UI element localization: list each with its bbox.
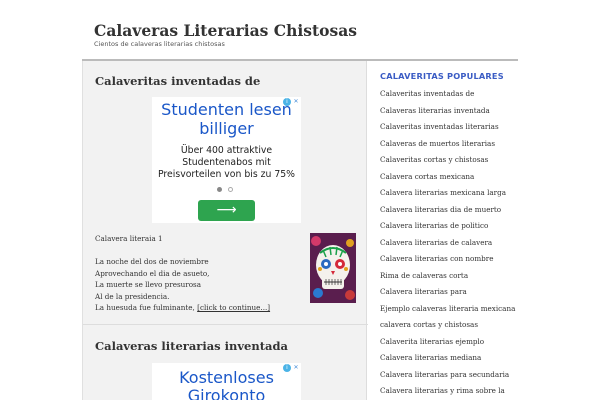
sidebar-link[interactable]: Calavera literarias mexicana larga (380, 188, 516, 205)
excerpt-line: La huesuda fue fulminante, (95, 303, 195, 312)
ad-headline-line-2[interactable]: Girokonto (152, 387, 301, 400)
sugar-skull-image (310, 233, 356, 303)
post-thumbnail-image[interactable] (310, 233, 356, 303)
sidebar-link[interactable]: Calaveritas inventadas literarias (380, 122, 516, 139)
post-title[interactable]: Calaveritas inventadas de (95, 74, 260, 88)
sidebar-link[interactable]: calavera cortas y chistosas (380, 320, 516, 337)
excerpt-line: Aprovechando el dia de asueto, (95, 268, 210, 278)
site-description: Cientos de calaveras literarias chistosa… (94, 40, 225, 48)
ad-headline-line-2[interactable]: billiger (152, 120, 301, 138)
post-title[interactable]: Calaveras literarias inventada (95, 339, 288, 353)
ad-banner[interactable]: i ✕ Studenten lesen billiger Über 400 at… (152, 97, 301, 223)
sidebar-link[interactable]: Rima de calaveras corta (380, 271, 516, 288)
sidebar-link[interactable]: Calaveritas cortas y chistosas (380, 155, 516, 172)
ad-banner[interactable]: i ✕ Kostenloses Girokonto (152, 363, 301, 400)
sidebar-link[interactable]: Calavera literarias para (380, 287, 516, 304)
sidebar-link[interactable]: Calavera literarias mediana (380, 353, 516, 370)
ad-carousel-dots (215, 187, 237, 193)
excerpt-line (95, 245, 270, 257)
ad-body-line-1: Über 400 attraktive (180, 145, 273, 156)
popular-posts-list: Calaveritas inventadas de Calaveras lite… (380, 89, 516, 400)
sidebar: CALAVERITAS POPULARES Calaveritas invent… (368, 61, 518, 400)
sidebar-link[interactable]: Calavera literarias con nombre (380, 254, 516, 271)
excerpt-line: Calavera literaia 1 (95, 234, 163, 243)
post-excerpt: Calavera literaia 1 La noche del dos de … (95, 233, 270, 314)
ad-headline-line-1[interactable]: Kostenloses (152, 369, 301, 387)
sidebar-link[interactable]: Calavera literarias de calavera (380, 238, 516, 255)
ad-body-line-2: Studentenabos mit (182, 157, 271, 168)
main-content: Calaveritas inventadas de i ✕ Studenten … (82, 61, 368, 400)
sidebar-link[interactable]: Calavera literarias para secundaria (380, 370, 516, 387)
excerpt-line: Al de la presidencia. (95, 291, 170, 301)
site-title[interactable]: Calaveras Literarias Chistosas (94, 21, 357, 40)
sidebar-link[interactable]: Calavera literarias de politico (380, 221, 516, 238)
carousel-dot-active[interactable] (217, 187, 222, 192)
excerpt-last-line: La huesuda fue fulminante, [click to con… (95, 302, 270, 314)
sidebar-heading: CALAVERITAS POPULARES (380, 71, 504, 81)
sidebar-link[interactable]: Calavera cortas mexicana (380, 172, 516, 189)
sidebar-link[interactable]: Calaverita literarias ejemplo (380, 337, 516, 354)
sidebar-link[interactable]: Calaveritas inventadas de (380, 89, 516, 106)
excerpt-line: La noche del dos de noviembre (95, 257, 209, 266)
sidebar-link[interactable]: Ejemplo calaveras literaria mexicana (380, 304, 516, 321)
continue-reading-link[interactable]: [click to continue...] (197, 303, 270, 312)
sidebar-link[interactable]: Calavera literarias y rima sobre la (380, 386, 516, 400)
site-header: Calaveras Literarias Chistosas Cientos d… (0, 0, 600, 60)
carousel-dot[interactable] (228, 187, 233, 192)
sidebar-link[interactable]: Calavera literarias dia de muerto (380, 205, 516, 222)
arrow-right-icon: ⟶ (216, 202, 237, 218)
right-margin (518, 61, 600, 400)
sidebar-link[interactable]: Calaveras de muertos literarias (380, 139, 516, 156)
ad-cta-button[interactable]: ⟶ (198, 200, 255, 221)
sidebar-link[interactable]: Calaveras literarias inventada (380, 106, 516, 123)
ad-headline-line-1[interactable]: Studenten lesen (152, 101, 301, 119)
ad-body-line-3: Preisvorteilen von bis zu 75% (157, 169, 296, 180)
excerpt-line: La muerte se llevo presurosa (95, 280, 201, 289)
post-divider (83, 324, 368, 325)
